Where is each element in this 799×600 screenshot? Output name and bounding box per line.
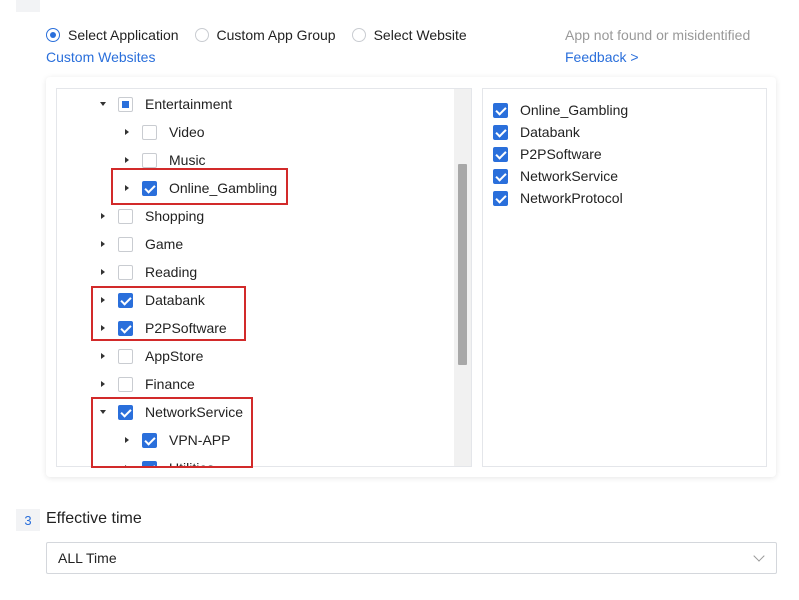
selected-item-checkbox[interactable] [493, 190, 508, 206]
radio-selected-icon [46, 28, 60, 42]
tree-node-checkbox[interactable] [142, 124, 157, 140]
caret-right-icon[interactable] [98, 267, 108, 277]
tree-node-checkbox[interactable] [118, 348, 133, 364]
tree-node-label: Entertainment [145, 96, 233, 112]
tree-node-game[interactable]: Game [98, 230, 183, 258]
selected-item-networkservice[interactable]: NetworkService [493, 165, 618, 187]
tree-node-label: Utilities [169, 460, 214, 466]
caret-down-icon[interactable] [98, 407, 108, 417]
tree-node-databank[interactable]: Databank [98, 286, 205, 314]
selected-item-label: Databank [520, 124, 580, 140]
selected-item-networkprotocol[interactable]: NetworkProtocol [493, 187, 623, 209]
tree-node-p2psoftware[interactable]: P2PSoftware [98, 314, 227, 342]
tree-node-label: Game [145, 236, 184, 252]
effective-time-select[interactable]: ALL Time [46, 542, 777, 574]
tree-node-vpn-app[interactable]: VPN-APP [122, 426, 230, 454]
tree-node-reading[interactable]: Reading [98, 258, 197, 286]
tree-node-checkbox[interactable] [142, 180, 157, 196]
radio-unselected-icon [351, 28, 366, 42]
tree-node-label: AppStore [145, 348, 204, 364]
feedback-link[interactable]: Feedback > [565, 49, 639, 65]
selected-item-label: NetworkService [520, 168, 619, 184]
tree-node-checkbox[interactable] [118, 404, 133, 420]
tree-node-finance[interactable]: Finance [98, 370, 195, 398]
tree-node-checkbox[interactable] [118, 320, 133, 336]
tree-node-online-gambling[interactable]: Online_Gambling [122, 174, 277, 202]
caret-right-icon[interactable] [122, 127, 132, 137]
radio-custom-app-group[interactable]: Custom App Group [194, 27, 336, 43]
tree-node-label: Shopping [145, 208, 205, 224]
tree-node-checkbox[interactable] [118, 264, 133, 280]
selected-item-label: P2PSoftware [520, 146, 602, 162]
misidentified-hint: App not found or misidentified [565, 27, 751, 43]
tree-node-music[interactable]: Music [122, 146, 206, 174]
tree-node-label: Reading [145, 264, 198, 280]
tree-node-entertainment[interactable]: Entertainment [98, 90, 232, 118]
selected-item-p2psoftware[interactable]: P2PSoftware [493, 143, 602, 165]
radio-label: Custom App Group [216, 27, 336, 43]
radio-select-website[interactable]: Select Website [351, 27, 467, 43]
caret-right-icon[interactable] [122, 155, 132, 165]
selected-item-checkbox[interactable] [493, 146, 508, 162]
caret-right-icon[interactable] [122, 435, 132, 445]
step-badge-remnant [16, 0, 40, 12]
caret-right-icon[interactable] [122, 183, 132, 193]
filter-type-radio-group: Select Application Custom App Group Sele… [46, 24, 483, 46]
tree-node-label: NetworkService [145, 404, 244, 420]
tree-node-checkbox[interactable] [142, 152, 157, 168]
caret-right-icon[interactable] [98, 323, 108, 333]
caret-right-icon[interactable] [122, 463, 132, 466]
tree-node-checkbox[interactable] [118, 236, 133, 252]
caret-right-icon[interactable] [98, 379, 108, 389]
chevron-down-icon [753, 550, 765, 562]
selected-item-checkbox[interactable] [493, 124, 508, 140]
selected-item-databank[interactable]: Databank [493, 121, 580, 143]
tree-node-label: P2PSoftware [145, 320, 227, 336]
tree-node-label: VPN-APP [169, 432, 231, 448]
tree-node-label: Online_Gambling [169, 180, 278, 196]
tree-node-appstore[interactable]: AppStore [98, 342, 203, 370]
caret-right-icon[interactable] [98, 211, 108, 221]
radio-label: Select Website [373, 27, 467, 43]
caret-right-icon[interactable] [98, 239, 108, 249]
tree-node-utilities[interactable]: Utilities [122, 454, 214, 466]
caret-down-icon[interactable] [98, 99, 108, 109]
tree-scrollbar-thumb[interactable] [458, 164, 467, 365]
tree-node-video[interactable]: Video [122, 118, 205, 146]
custom-websites-link[interactable]: Custom Websites [46, 49, 155, 65]
tree-node-label: Databank [145, 292, 205, 308]
caret-right-icon[interactable] [98, 295, 108, 305]
selected-item-checkbox[interactable] [493, 102, 508, 118]
tree-node-checkbox[interactable] [118, 96, 133, 112]
radio-label: Select Application [68, 27, 179, 43]
selected-item-online-gambling[interactable]: Online_Gambling [493, 99, 628, 121]
tree-node-label: Finance [145, 376, 195, 392]
effective-time-title: Effective time [46, 510, 142, 527]
tree-node-checkbox[interactable] [118, 376, 133, 392]
tree-node-label: Music [169, 152, 206, 168]
step-number-badge: 3 [16, 509, 40, 531]
tree-node-label: Video [169, 124, 205, 140]
caret-right-icon[interactable] [98, 351, 108, 361]
tree-node-checkbox[interactable] [118, 208, 133, 224]
selected-item-label: Online_Gambling [520, 102, 629, 118]
tree-node-checkbox[interactable] [118, 292, 133, 308]
radio-select-application[interactable]: Select Application [46, 27, 179, 43]
tree-node-networkservice[interactable]: NetworkService [98, 398, 243, 426]
tree-node-checkbox[interactable] [142, 432, 157, 448]
tree-node-checkbox[interactable] [142, 460, 157, 466]
radio-unselected-icon [194, 28, 209, 42]
tree-node-shopping[interactable]: Shopping [98, 202, 204, 230]
selected-item-checkbox[interactable] [493, 168, 508, 184]
effective-time-value: ALL Time [58, 550, 117, 566]
selected-item-label: NetworkProtocol [520, 190, 623, 206]
